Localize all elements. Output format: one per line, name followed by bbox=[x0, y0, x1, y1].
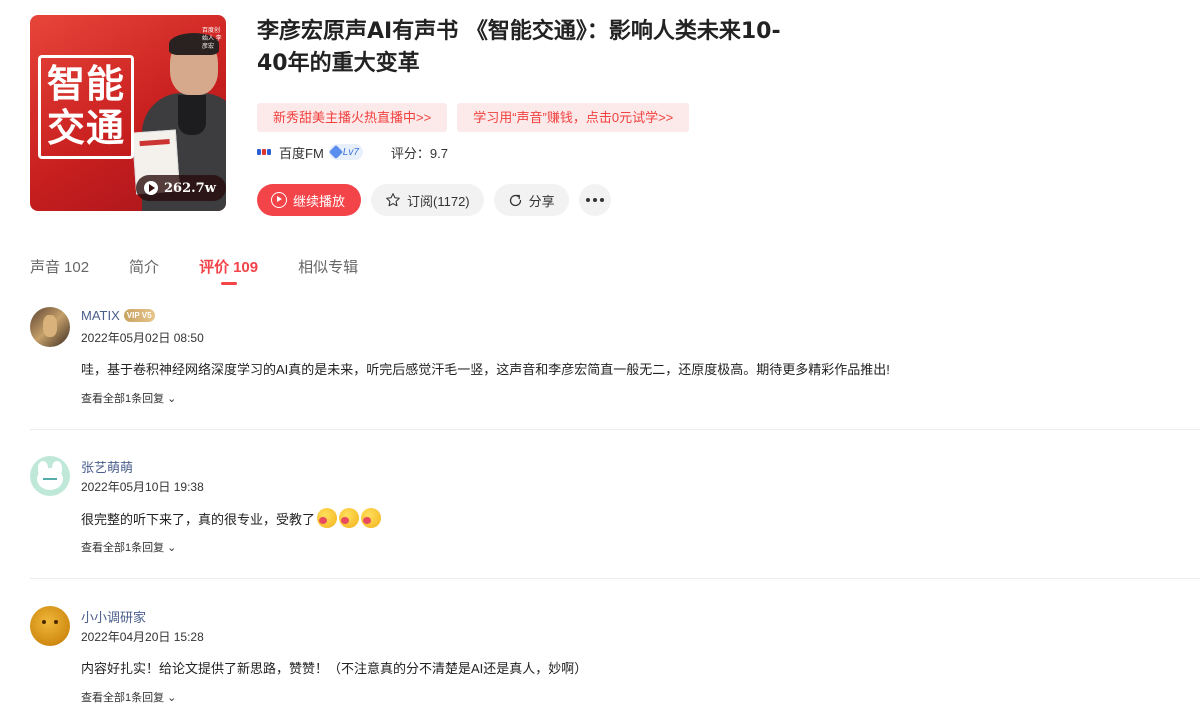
vip-badge: VIP V5 bbox=[123, 309, 155, 322]
avatar[interactable] bbox=[30, 606, 70, 646]
play-icon bbox=[144, 181, 158, 195]
continue-play-button[interactable]: 继续播放 bbox=[257, 184, 362, 216]
tab-sounds[interactable]: 声音 102 bbox=[30, 256, 89, 286]
comment-content: 哇，基于卷积神经网络深度学习的AI真的是未来，听完后感觉汗毛一竖，这声音和李彦宏… bbox=[81, 359, 890, 378]
album-score: 评分：9.7 bbox=[390, 145, 448, 161]
album-cover[interactable]: 百度创始人 李彦宏 智能交通 262.7w bbox=[30, 15, 226, 211]
tab-count: 102 bbox=[64, 259, 90, 276]
comment-username[interactable]: MATIX VIP V5 bbox=[81, 308, 155, 323]
avatar[interactable] bbox=[30, 307, 70, 347]
comment-text: 很完整的听下来了，真的很专业，受教了 bbox=[81, 511, 316, 527]
view-replies-link[interactable]: 查看全部1条回复 ⌄ bbox=[81, 689, 176, 705]
cover-person-shirt bbox=[178, 95, 206, 135]
emoji-icon bbox=[361, 508, 382, 528]
cover-title-text: 智能交通 bbox=[38, 55, 134, 159]
more-dot-icon bbox=[592, 198, 597, 202]
avatar[interactable] bbox=[30, 456, 70, 496]
comment-time: 2022年05月02日 08:50 bbox=[81, 331, 204, 345]
tab-label: 简介 bbox=[129, 259, 160, 276]
diamond-icon bbox=[328, 144, 343, 160]
view-replies-link[interactable]: 查看全部1条回复 ⌄ bbox=[81, 390, 176, 406]
more-dot-icon bbox=[585, 198, 590, 202]
cover-small-text: 百度创始人 李彦宏 bbox=[202, 28, 222, 50]
avatar-face bbox=[37, 468, 63, 490]
comment-username[interactable]: 张艺萌萌 bbox=[81, 457, 133, 476]
promo-course-link[interactable]: 学习用“声音”赚钱，点击0元试学>> bbox=[457, 103, 690, 132]
continue-play-label: 继续播放 bbox=[293, 193, 346, 209]
comment-text: 内容好扎实！给论文提供了新思路，赞赞！（不注意真的分不清楚是AI还是真人，妙啊） bbox=[81, 661, 588, 676]
view-replies-link[interactable]: 查看全部1条回复 ⌄ bbox=[81, 539, 176, 555]
album-meta: 百度FM Lv7 评分：9.7 bbox=[257, 142, 448, 162]
share-label: 分享 bbox=[528, 193, 555, 209]
action-bar: 继续播放 订阅(1172) 分享 bbox=[257, 184, 611, 216]
tab-similar[interactable]: 相似专辑 bbox=[298, 256, 358, 286]
tab-intro[interactable]: 简介 bbox=[129, 256, 159, 286]
album-title: 李彦宏原声AI有声书 《智能交通》：影响人类未来10-40年的重大变革 bbox=[257, 19, 781, 76]
play-count-badge: 262.7w bbox=[136, 175, 226, 201]
share-icon bbox=[509, 194, 521, 206]
promo-live-link[interactable]: 新秀甜美主播火热直播中>> bbox=[257, 103, 448, 132]
comment-content: 内容好扎实！给论文提供了新思路，赞赞！（不注意真的分不清楚是AI还是真人，妙啊） bbox=[81, 658, 587, 677]
play-circle-icon bbox=[271, 192, 287, 208]
comment-content: 很完整的听下来了，真的很专业，受教了 bbox=[81, 508, 382, 528]
comment-text: 哇，基于卷积神经网络深度学习的AI真的是未来，听完后感觉汗毛一竖，这声音和李彦宏… bbox=[81, 362, 890, 377]
level-badge: Lv7 bbox=[328, 144, 363, 160]
promo-row: 新秀甜美主播火热直播中>> 学习用“声音”赚钱，点击0元试学>> bbox=[257, 103, 690, 132]
tab-reviews[interactable]: 评价 109 bbox=[199, 256, 258, 286]
anchor-name[interactable]: 百度FM bbox=[279, 143, 324, 162]
baidu-logo-icon bbox=[257, 147, 273, 157]
emoji-icon bbox=[317, 508, 338, 528]
username-text: MATIX bbox=[81, 308, 120, 323]
subscribe-button[interactable]: 订阅(1172) bbox=[371, 184, 484, 216]
username-text: 小小调研家 bbox=[81, 610, 147, 625]
comment-time: 2022年04月20日 15:28 bbox=[81, 630, 204, 644]
tab-label: 相似专辑 bbox=[298, 259, 359, 276]
star-icon bbox=[386, 193, 400, 207]
level-text: Lv7 bbox=[342, 146, 359, 158]
tab-label: 评价 bbox=[199, 259, 230, 276]
share-button[interactable]: 分享 bbox=[493, 184, 569, 216]
subscribe-label: 订阅(1172) bbox=[407, 193, 470, 209]
username-text: 张艺萌萌 bbox=[81, 460, 134, 475]
play-count: 262.7w bbox=[164, 180, 216, 196]
divider bbox=[30, 578, 1200, 579]
more-button[interactable] bbox=[578, 184, 611, 216]
divider bbox=[30, 429, 1200, 430]
tab-count: 109 bbox=[233, 259, 259, 276]
emoji-icon bbox=[339, 508, 360, 528]
tab-label: 声音 bbox=[30, 259, 61, 276]
comment-time: 2022年05月10日 19:38 bbox=[81, 480, 204, 494]
more-dot-icon bbox=[599, 198, 604, 202]
album-tabs: 声音 102 简介 评价 109 相似专辑 bbox=[30, 256, 358, 286]
comment-username[interactable]: 小小调研家 bbox=[81, 607, 146, 626]
